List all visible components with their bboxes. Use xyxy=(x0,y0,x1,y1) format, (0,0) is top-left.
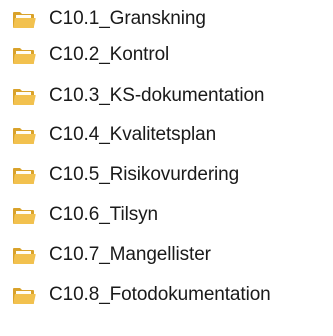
folder-item[interactable]: C10.6_Tilsyn xyxy=(0,196,333,234)
folder-label: C10.1_Granskning xyxy=(49,8,206,29)
folder-item[interactable]: C10.3_KS-dokumentation xyxy=(0,77,333,115)
folder-label: C10.5_Risikovurdering xyxy=(49,164,240,185)
folder-item[interactable]: C10.7_Mangellister xyxy=(0,236,333,274)
folder-icon xyxy=(12,127,36,145)
folder-item[interactable]: C10.5_Risikovurdering xyxy=(0,156,333,194)
folder-item[interactable]: C10.4_Kvalitetsplan xyxy=(0,116,333,154)
folder-icon xyxy=(12,247,36,265)
folder-icon xyxy=(12,47,36,65)
folder-item[interactable]: C10.8_Fotodokumentation xyxy=(0,276,333,314)
folder-icon xyxy=(12,287,36,305)
folder-icon xyxy=(12,207,36,225)
folder-item[interactable]: C10.1_Granskning xyxy=(0,0,333,38)
folder-label: C10.6_Tilsyn xyxy=(49,204,158,225)
folder-icon xyxy=(12,88,36,106)
folder-item[interactable]: C10.2_Kontrol xyxy=(0,36,333,74)
folder-icon xyxy=(12,11,36,29)
folder-label: C10.4_Kvalitetsplan xyxy=(49,124,217,145)
folder-icon xyxy=(12,167,36,185)
folder-label: C10.3_KS-dokumentation xyxy=(49,85,265,106)
folder-label: C10.8_Fotodokumentation xyxy=(49,284,271,305)
folder-label: C10.2_Kontrol xyxy=(49,44,170,65)
folder-label: C10.7_Mangellister xyxy=(49,244,211,265)
